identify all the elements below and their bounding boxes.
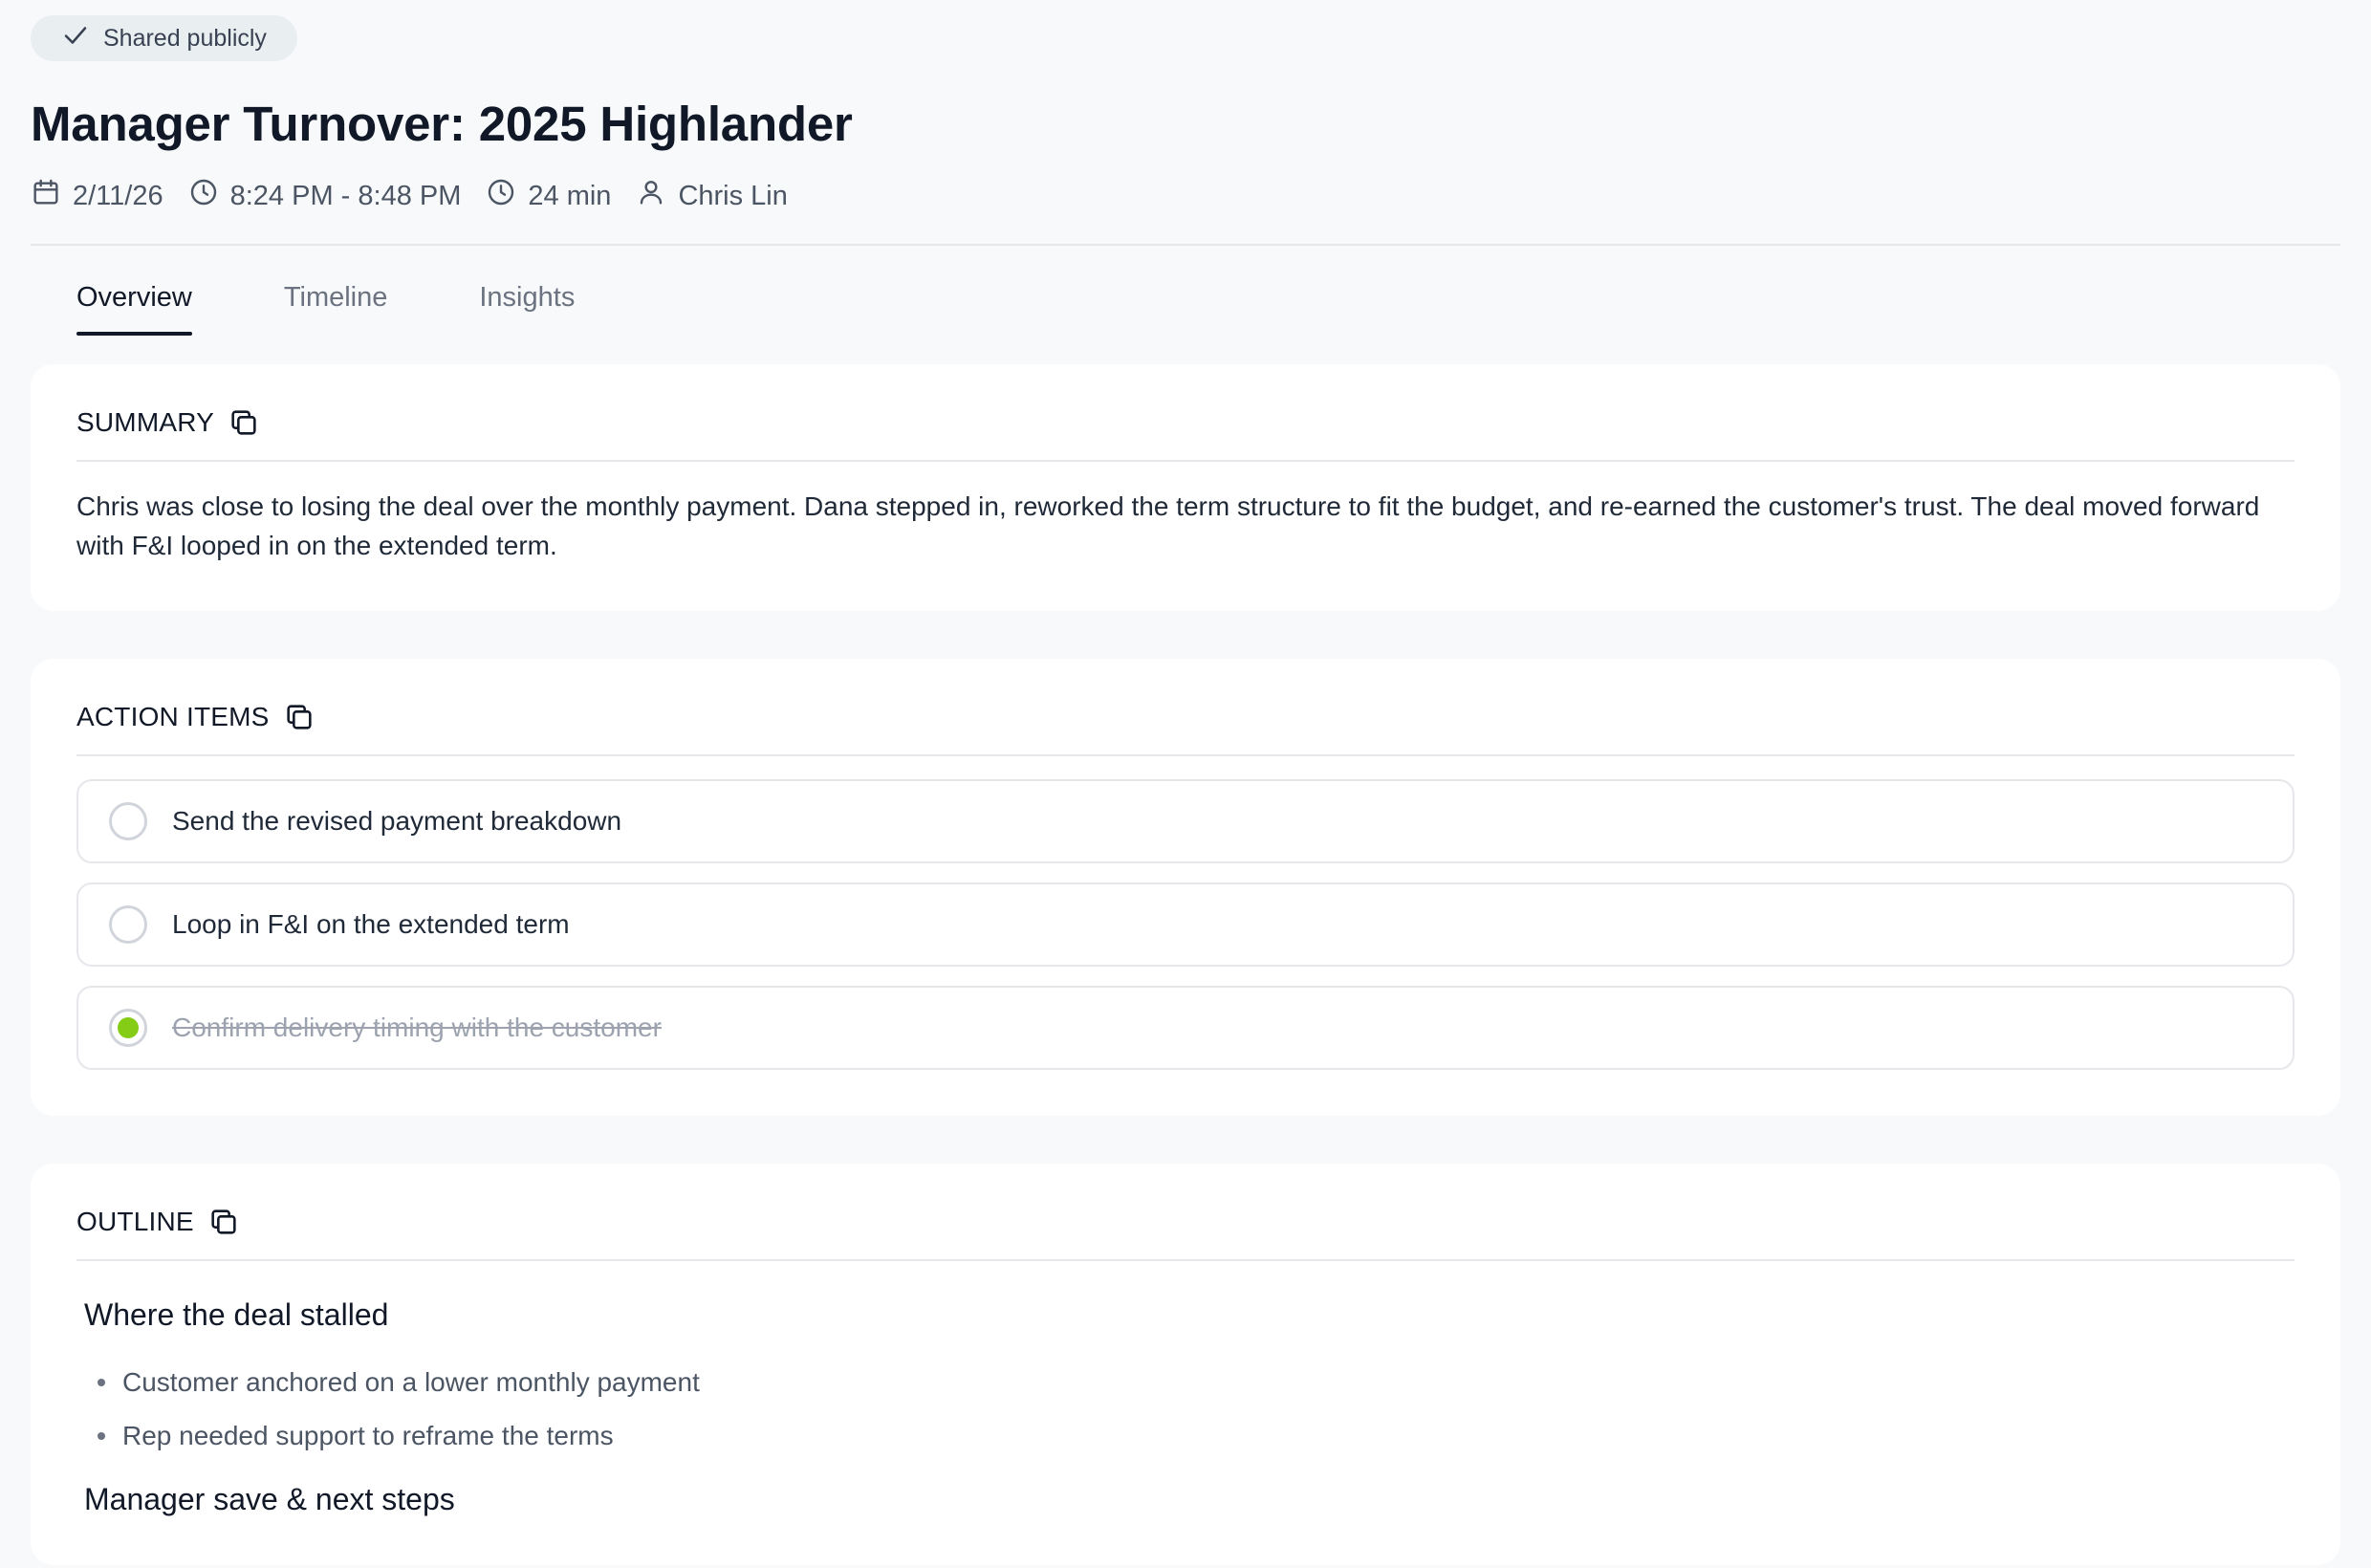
action-item[interactable]: Send the revised payment breakdown xyxy=(76,779,2295,863)
meta-person: Chris Lin xyxy=(636,177,788,215)
action-item-label: Send the revised payment breakdown xyxy=(172,806,622,836)
summary-text: Chris was close to losing the deal over … xyxy=(76,491,2260,560)
meeting-meta: 2/11/26 8:24 PM - 8:48 PM 24 min Chris L… xyxy=(31,177,2340,215)
action-item-checkbox-checked[interactable] xyxy=(109,1009,147,1047)
action-items-card: ACTION ITEMS Send the revised payment br… xyxy=(31,659,2340,1116)
meta-date-text: 2/11/26 xyxy=(73,180,163,211)
action-item-completed[interactable]: Confirm delivery timing with the custome… xyxy=(76,986,2295,1070)
action-item-checkbox[interactable] xyxy=(109,905,147,944)
tab-bar: Overview Timeline Insights xyxy=(31,274,2340,341)
summary-card: SUMMARY Chris was close to losing the de… xyxy=(31,364,2340,611)
summary-header: SUMMARY xyxy=(76,406,2295,439)
clock-icon xyxy=(486,177,516,215)
outline-bullet: Rep needed support to reframe the terms xyxy=(98,1409,2295,1463)
action-items-header: ACTION ITEMS xyxy=(76,701,2295,733)
tab-timeline[interactable]: Timeline xyxy=(284,274,388,341)
outline-heading: OUTLINE xyxy=(76,1207,194,1236)
clock-icon xyxy=(188,177,219,215)
page-title: Manager Turnover: 2025 Highlander xyxy=(31,97,853,151)
calendar-icon xyxy=(31,177,61,215)
copy-action-items-button[interactable] xyxy=(283,701,315,733)
meta-date: 2/11/26 xyxy=(31,177,163,215)
action-item-checkbox[interactable] xyxy=(109,802,147,840)
outline-card: OUTLINE Where the deal stalled Customer … xyxy=(31,1164,2340,1565)
action-item-label: Loop in F&I on the extended term xyxy=(172,909,570,939)
meta-time-range: 8:24 PM - 8:48 PM xyxy=(188,177,462,215)
meta-person-text: Chris Lin xyxy=(678,180,788,211)
action-items-rule xyxy=(76,754,2295,756)
outline-section-title: Where the deal stalled xyxy=(84,1297,389,1332)
copy-icon xyxy=(286,705,312,730)
action-item[interactable]: Loop in F&I on the extended term xyxy=(76,882,2295,967)
outline-bullets: Customer anchored on a lower monthly pay… xyxy=(76,1356,2295,1463)
check-icon xyxy=(61,21,90,56)
copy-outline-button[interactable] xyxy=(207,1206,240,1238)
copy-icon xyxy=(231,410,256,435)
outline-section-title: Manager save & next steps xyxy=(84,1482,455,1516)
copy-icon xyxy=(211,1209,236,1234)
outline-bullet: Customer anchored on a lower monthly pay… xyxy=(98,1356,2295,1409)
outline-rule xyxy=(76,1259,2295,1261)
copy-summary-button[interactable] xyxy=(228,406,260,439)
shared-status-badge[interactable]: Shared publicly xyxy=(31,15,297,61)
tab-overview[interactable]: Overview xyxy=(76,274,192,341)
user-icon xyxy=(636,177,666,215)
action-item-label: Confirm delivery timing with the custome… xyxy=(172,1013,662,1042)
meta-time-range-text: 8:24 PM - 8:48 PM xyxy=(229,180,462,211)
meta-duration-text: 24 min xyxy=(528,180,612,211)
checked-dot-icon xyxy=(118,1017,139,1038)
meta-duration: 24 min xyxy=(486,177,611,215)
summary-rule xyxy=(76,460,2295,462)
badge-label: Shared publicly xyxy=(103,24,267,52)
tab-insights[interactable]: Insights xyxy=(479,274,575,341)
header-divider xyxy=(31,244,2340,246)
outline-header: OUTLINE xyxy=(76,1206,2295,1238)
summary-heading: SUMMARY xyxy=(76,407,215,437)
action-items-heading: ACTION ITEMS xyxy=(76,702,270,731)
page: Shared publicly Manager Turnover: 2025 H… xyxy=(0,0,2371,1568)
